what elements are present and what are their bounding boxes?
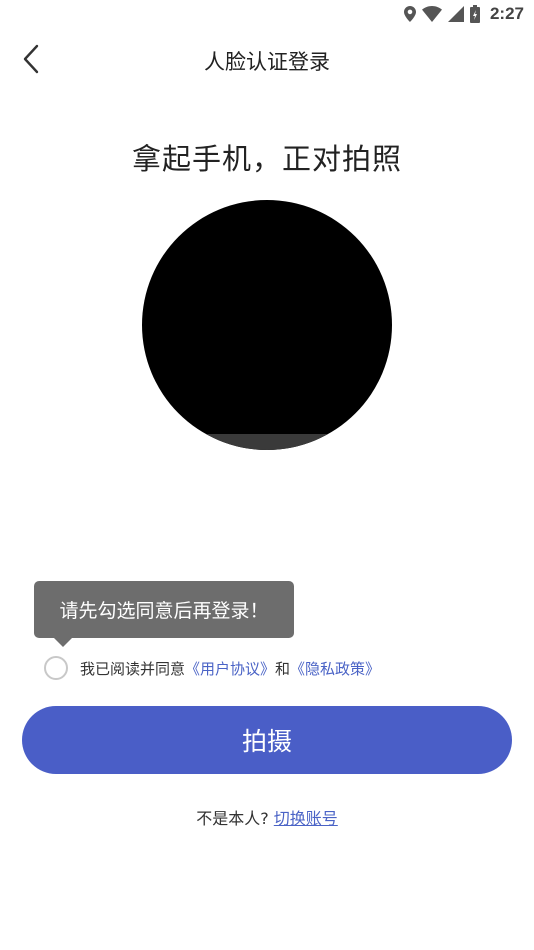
page-title: 人脸认证登录 (204, 50, 330, 74)
tooltip-arrow (54, 638, 72, 647)
location-icon (403, 6, 416, 22)
agreement-tooltip: 请先勾选同意后再登录！ (34, 581, 294, 638)
camera-preview (142, 200, 392, 450)
agreement-checkbox[interactable] (44, 656, 68, 680)
switch-account-prefix: 不是本人? (196, 809, 269, 828)
wifi-icon (421, 6, 442, 22)
camera-preview-band (142, 434, 392, 450)
nav-bar: 人脸认证登录 (0, 28, 534, 90)
tooltip-text: 请先勾选同意后再登录！ (59, 600, 269, 622)
agreement-row: 我已阅读并同意《用户协议》和《隐私政策》 (44, 654, 380, 682)
user-agreement-link[interactable]: 《用户协议》 (185, 660, 275, 678)
status-bar: 2:27 (0, 0, 534, 28)
status-icons: 2:27 (403, 3, 524, 25)
shoot-button-label: 拍摄 (241, 727, 292, 756)
status-time: 2:27 (489, 4, 524, 23)
signal-icon (447, 6, 464, 22)
battery-icon (469, 5, 480, 23)
switch-account-link[interactable]: 切换账号 (274, 809, 338, 828)
privacy-policy-link[interactable]: 《隐私政策》 (290, 660, 380, 678)
shoot-button[interactable]: 拍摄 (22, 706, 512, 774)
switch-account-row: 不是本人? 切换账号 (0, 805, 534, 829)
agreement-and: 和 (275, 659, 291, 678)
agreement-prefix: 我已阅读并同意 (80, 659, 186, 678)
face-prompt: 拿起手机，正对拍照 (131, 142, 402, 176)
agreement-text: 我已阅读并同意《用户协议》和《隐私政策》 (80, 658, 380, 679)
